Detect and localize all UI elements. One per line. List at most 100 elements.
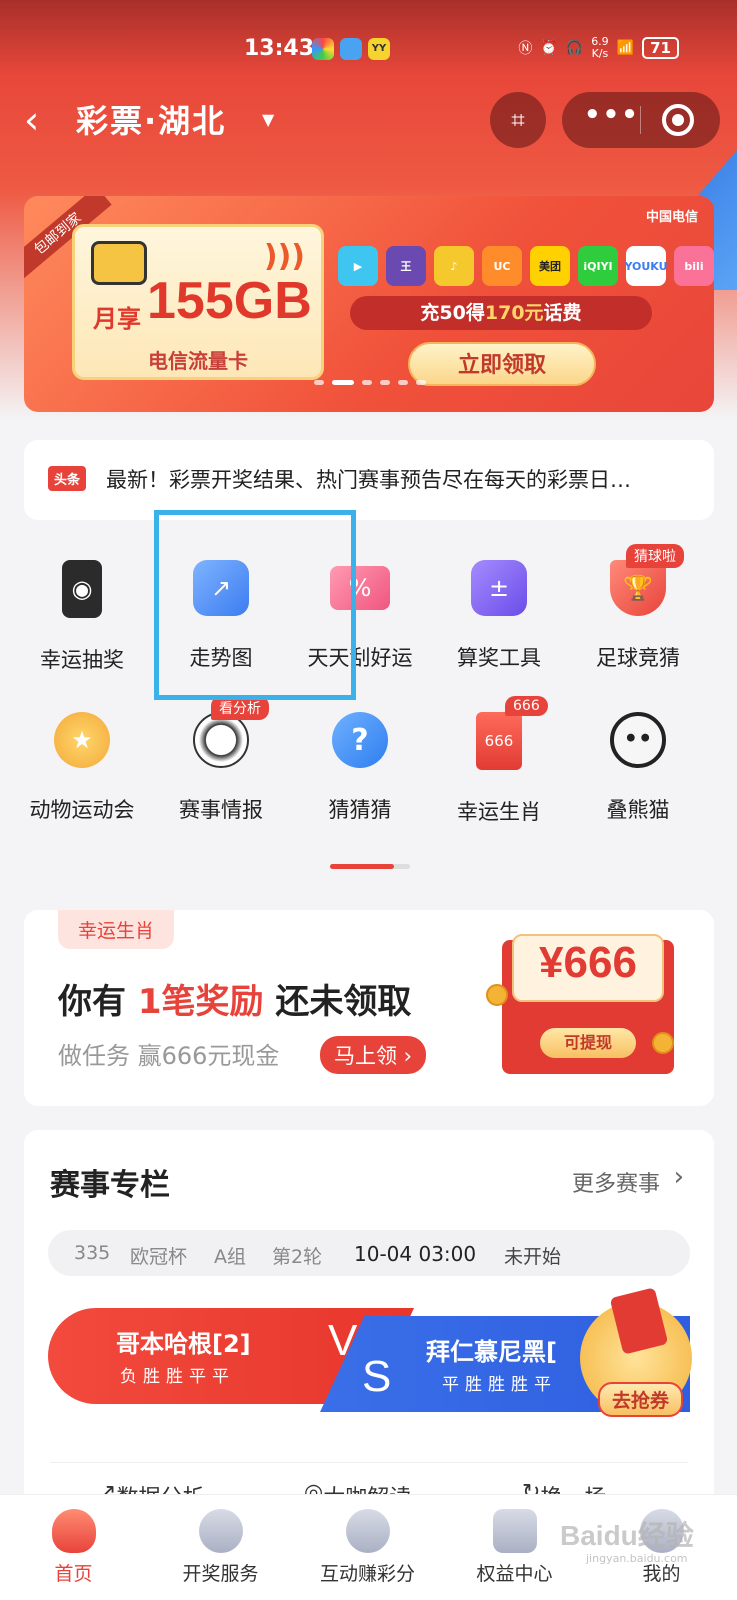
function-grid: ◉ 幸运抽奖 ↗ 走势图 % 天天刮好运 ± 算奖工具 🏆 足球竞猜 猜球啦 ★… xyxy=(0,544,737,848)
medal-icon: ★ xyxy=(54,712,110,768)
grid-label: 叠熊猫 xyxy=(606,798,670,822)
sim-card-illustration: ))) 月享 155GB 电信流量卡 xyxy=(72,224,324,380)
grid-label: 算奖工具 xyxy=(457,646,541,670)
grid-label: 动物运动会 xyxy=(29,798,135,822)
claim-now-button[interactable]: 马上领 › xyxy=(320,1036,427,1074)
grid-label: 猜猜猜 xyxy=(328,798,392,822)
coin-icon xyxy=(486,984,508,1006)
claim-button[interactable]: 立即领取 xyxy=(408,342,596,386)
more-matches-link[interactable]: 更多赛事 xyxy=(572,1166,660,1198)
watermark-url: jingyan.baidu.com xyxy=(586,1552,688,1565)
browser-notification-icon xyxy=(340,38,362,60)
nfc-icon: Ⓝ xyxy=(518,41,533,57)
tencent-video-icon: ▶ xyxy=(338,246,378,286)
promo-banner[interactable]: 包邮到家 ))) 月享 155GB 电信流量卡 中国电信 ▶ 王 ♪ UC 美团… xyxy=(24,196,714,412)
match-state: 未开始 xyxy=(504,1246,562,1268)
question-icon: ? xyxy=(332,712,388,768)
meituan-icon: 美团 xyxy=(530,246,570,286)
bilibili-icon: bili xyxy=(674,246,714,286)
status-indicators: Ⓝ ⏰ 🎧 6.9 K/s 📶 71 xyxy=(518,36,679,60)
headphones-icon: 🎧 xyxy=(565,40,584,56)
page-title[interactable]: 彩票·湖北 xyxy=(76,96,226,142)
grid-item-lucky-zodiac[interactable]: 666 幸运生肖 666 xyxy=(429,696,569,840)
grab-coupon-label: 去抢券 xyxy=(598,1382,684,1417)
alarm-icon: ⏰ xyxy=(540,40,558,56)
net-speed: 6.9 K/s xyxy=(591,35,609,60)
tab-home[interactable]: 首页 xyxy=(0,1495,147,1600)
battery-indicator: 71 xyxy=(642,37,679,59)
withdraw-label: 可提现 xyxy=(540,1028,636,1058)
qq-music-icon: ♪ xyxy=(434,246,474,286)
benefits-icon xyxy=(492,1509,537,1553)
grid-item-match-intel[interactable]: 赛事情报 看分析 xyxy=(151,696,291,840)
yy-notification-icon: YY xyxy=(368,38,390,60)
card-name: 电信流量卡 xyxy=(148,349,248,373)
grid-label: 幸运生肖 xyxy=(457,800,541,824)
grid-item-calculator[interactable]: ± 算奖工具 xyxy=(429,548,569,688)
wifi-icon: 📶 xyxy=(616,40,635,56)
close-mini-program-icon[interactable] xyxy=(662,104,694,136)
match-time: 10-04 03:00 xyxy=(354,1242,477,1266)
grid-item-football-guess[interactable]: 🏆 足球竞猜 猜球啦 xyxy=(568,544,708,688)
tab-label: 开奖服务 xyxy=(182,1563,259,1585)
coin-icon xyxy=(652,1032,674,1054)
region-dropdown-icon[interactable]: ▼ xyxy=(262,110,274,129)
match-section-title: 赛事专栏 xyxy=(50,1168,170,1203)
home-mascot-icon xyxy=(51,1509,96,1553)
match-info-bar[interactable]: 335 欧冠杯 A组 第2轮 10-04 03:00 未开始 xyxy=(48,1230,690,1276)
honor-of-kings-icon: 王 xyxy=(386,246,426,286)
nav-bar: ‹ 彩票·湖北 ▼ ⌗ ••• xyxy=(0,88,737,152)
signal-icon: ))) xyxy=(263,239,305,274)
home-team-name: 哥本哈根[2] xyxy=(116,1330,251,1358)
grid-label: 足球竞猜 xyxy=(596,646,680,670)
capsule-divider xyxy=(640,106,641,134)
tab-label: 互动赚彩分 xyxy=(319,1563,415,1585)
highlight-box xyxy=(154,510,356,700)
reward-subtitle: 做任务 赢666元现金 xyxy=(58,1042,280,1070)
sim-chip-icon xyxy=(91,241,147,285)
headline-news[interactable]: 头条 最新！彩票开奖结果、热门赛事预告尽在每天的彩票日… xyxy=(24,440,714,520)
iqiyi-icon: iQIYI xyxy=(578,246,618,286)
grab-coupon-float[interactable]: 去抢券 xyxy=(576,1282,706,1417)
scan-button[interactable]: ⌗ xyxy=(490,92,546,148)
youku-icon: YOUKU xyxy=(624,246,668,286)
more-menu-icon[interactable]: ••• xyxy=(584,100,640,130)
soccer-ball-icon xyxy=(193,712,249,768)
match-league: 欧冠杯 xyxy=(130,1246,188,1268)
grid-badge: 猜球啦 xyxy=(626,544,684,568)
home-team-form: 负胜胜平平 xyxy=(120,1367,235,1387)
app-notification-icon xyxy=(312,38,334,60)
reward-card[interactable]: 幸运生肖 你有 1笔奖励 还未领取 做任务 赢666元现金 马上领 › ¥666… xyxy=(24,910,714,1106)
match-group: A组 xyxy=(214,1246,246,1268)
tab-draw-service[interactable]: 开奖服务 xyxy=(147,1495,294,1600)
status-bar: 13:43 YY Ⓝ ⏰ 🎧 6.9 K/s 📶 71 xyxy=(0,0,737,72)
away-team-form: 平胜胜胜平 xyxy=(442,1375,557,1395)
status-app-icons: YY xyxy=(312,38,390,60)
partner-apps: ▶ 王 ♪ UC 美团 iQIYI YOUKU bili xyxy=(338,246,714,286)
vs-letter-s: S xyxy=(362,1352,392,1401)
headline-text: 最新！彩票开奖结果、热门赛事预告尽在每天的彩票日… xyxy=(106,468,631,492)
grid-item-stack-panda[interactable]: 叠熊猫 xyxy=(568,700,708,840)
planet-icon xyxy=(345,1509,390,1553)
monthly-label: 月享 xyxy=(93,305,141,333)
red-packet-icon: 666 xyxy=(476,712,522,770)
phone-icon: ◉ xyxy=(62,560,102,618)
grid-item-guess[interactable]: ? 猜猜猜 xyxy=(290,700,430,840)
away-team-name: 拜仁慕尼黑[ xyxy=(426,1338,557,1366)
reward-amount: ¥666 xyxy=(539,938,637,987)
tab-earn-points[interactable]: 互动赚彩分 xyxy=(294,1495,441,1600)
banner-pager-dots xyxy=(314,380,426,385)
watermark-brand: Baidu经验 xyxy=(560,1520,694,1551)
chevron-right-icon[interactable]: › xyxy=(674,1162,684,1192)
grid-pager-thumb xyxy=(330,864,394,869)
vs-letter-v: V xyxy=(328,1316,358,1365)
tab-label: 首页 xyxy=(54,1563,93,1585)
grid-item-lucky-draw[interactable]: ◉ 幸运抽奖 xyxy=(12,548,152,688)
data-amount: 155GB xyxy=(147,272,312,330)
status-time: 13:43 xyxy=(244,36,315,61)
back-arrow-icon[interactable]: ‹ xyxy=(24,98,39,142)
grid-item-animal-games[interactable]: ★ 动物运动会 xyxy=(12,700,152,840)
tab-label: 权益中心 xyxy=(476,1563,553,1585)
carrier-logo: 中国电信 xyxy=(645,210,698,225)
reward-tag: 幸运生肖 xyxy=(58,910,175,949)
